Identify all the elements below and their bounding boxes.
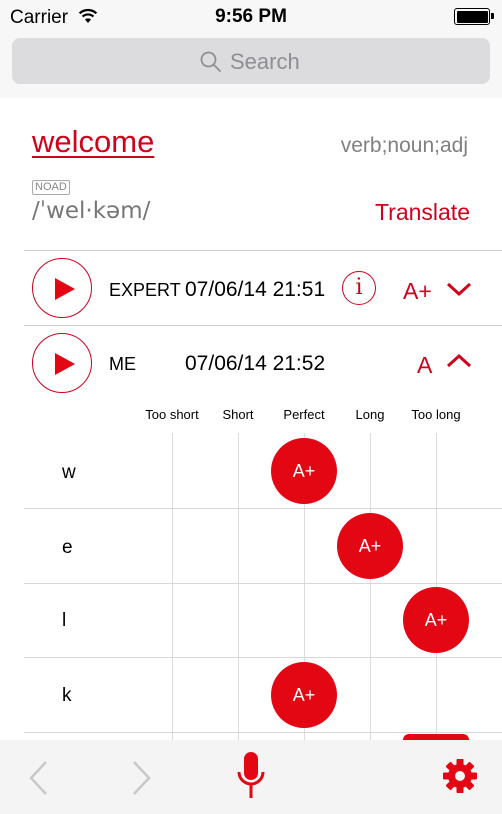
recording-datetime: 07/06/14 21:51 bbox=[185, 278, 326, 301]
row-divider bbox=[24, 583, 502, 584]
play-me-button[interactable] bbox=[32, 333, 92, 393]
phoneme-label: w bbox=[62, 462, 76, 483]
phoneme-label: e bbox=[62, 537, 73, 558]
play-expert-button[interactable] bbox=[32, 258, 92, 318]
row-divider bbox=[24, 732, 502, 733]
clock: 9:56 PM bbox=[215, 6, 287, 27]
forward-icon[interactable] bbox=[130, 760, 152, 801]
column-header: Too long bbox=[411, 407, 461, 422]
grade-bubble[interactable]: A+ bbox=[403, 587, 469, 653]
play-icon bbox=[55, 353, 75, 375]
chevron-up-icon[interactable] bbox=[446, 353, 472, 374]
row-divider bbox=[24, 657, 502, 658]
chevron-down-icon[interactable] bbox=[446, 281, 472, 302]
search-input[interactable]: Search bbox=[12, 38, 490, 84]
grid-line bbox=[370, 433, 371, 740]
recording-grade: A+ bbox=[403, 278, 432, 304]
phoneme-label: l bbox=[62, 610, 67, 631]
status-bar: Carrier 9:56 PM bbox=[0, 0, 502, 36]
play-icon bbox=[55, 278, 75, 300]
info-icon[interactable]: i bbox=[342, 271, 376, 305]
phoneme-label: k bbox=[62, 685, 72, 706]
search-bar: Search bbox=[0, 36, 502, 98]
row-divider bbox=[24, 508, 502, 509]
entry-word-link[interactable]: welcome bbox=[32, 124, 154, 160]
grade-bubble[interactable]: A+ bbox=[271, 438, 337, 504]
recording-speaker: EXPERT bbox=[109, 280, 181, 300]
recording-datetime: 07/06/14 21:52 bbox=[185, 352, 326, 375]
divider bbox=[24, 325, 502, 326]
back-icon[interactable] bbox=[28, 760, 50, 801]
translate-button[interactable]: Translate bbox=[375, 199, 470, 226]
settings-icon[interactable] bbox=[442, 758, 478, 799]
grade-bubble[interactable]: A+ bbox=[271, 662, 337, 728]
recording-grade: A bbox=[417, 352, 433, 378]
parts-of-speech: verb;noun;adj bbox=[340, 134, 468, 157]
divider bbox=[24, 250, 502, 251]
search-icon bbox=[200, 51, 222, 78]
search-placeholder: Search bbox=[230, 49, 300, 74]
pronunciation: /ˈwel·kəm/ bbox=[32, 198, 151, 224]
battery-icon bbox=[454, 8, 494, 25]
recording-speaker: ME bbox=[109, 354, 136, 374]
grid-line bbox=[238, 433, 239, 740]
microphone-icon[interactable] bbox=[236, 750, 266, 807]
grid-line bbox=[172, 433, 173, 740]
dictionary-badge: NOAD bbox=[32, 180, 70, 195]
bottom-toolbar bbox=[0, 740, 502, 814]
grade-bubble[interactable]: A+ bbox=[337, 513, 403, 579]
